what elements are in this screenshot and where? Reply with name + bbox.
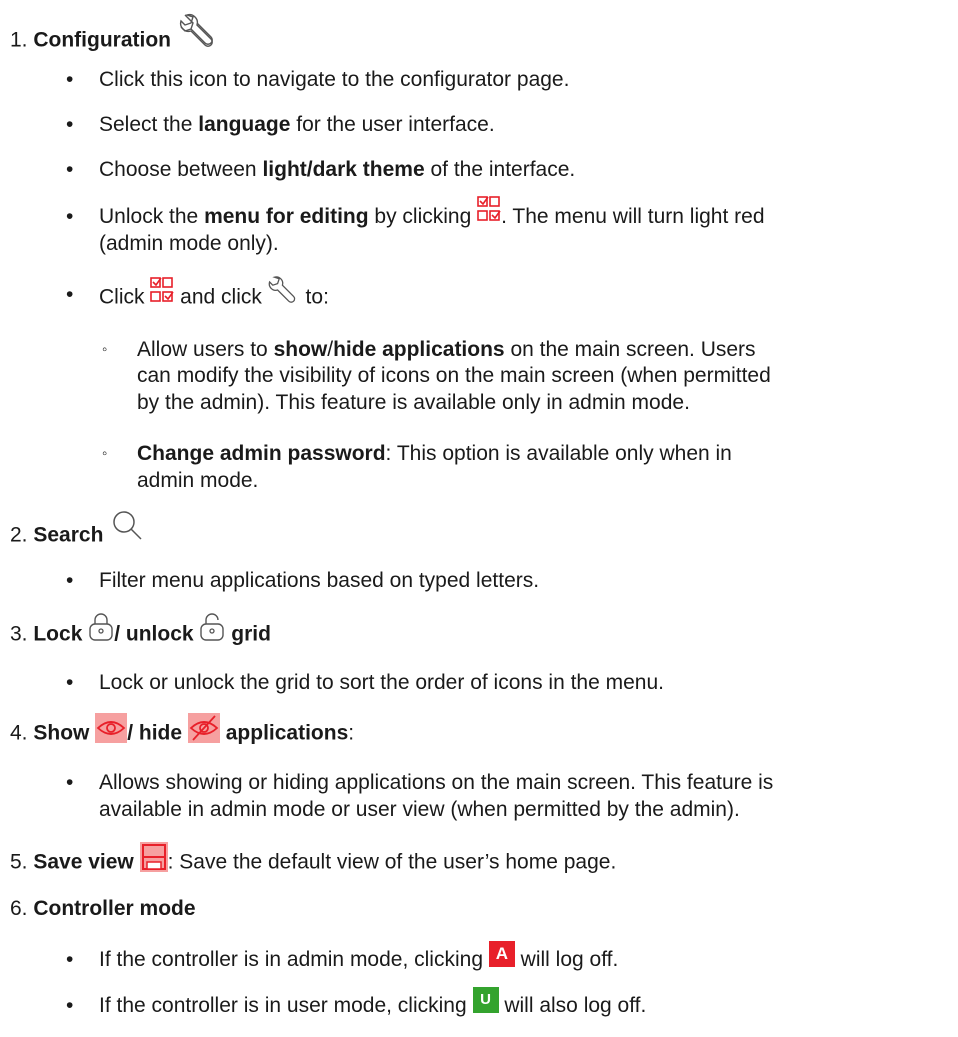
item-title: Configuration <box>33 28 171 52</box>
eye-off-icon <box>187 713 220 743</box>
item-5-heading: 5. Save view : Save the default view of … <box>10 842 616 878</box>
bullet-dot: • <box>66 771 74 794</box>
wrench-icon <box>268 274 300 306</box>
item-6-heading: 6. Controller mode <box>10 897 196 920</box>
sub-bullet-text-cont: by the admin). This feature is available… <box>137 391 690 414</box>
item-1-heading: 1. Configuration <box>10 13 217 61</box>
checkbox-grid-icon <box>150 277 174 303</box>
item-2-heading: 2. Search <box>10 511 143 553</box>
user-badge: U <box>472 987 499 1014</box>
bullet-text: Click and click to: <box>99 276 329 314</box>
checkbox-grid-icon <box>477 196 501 222</box>
sub-bullet-text-cont: can modify the visibility of icons on th… <box>137 364 771 387</box>
bullet-dot: • <box>66 994 74 1017</box>
item-number: 1. <box>10 28 28 52</box>
sub-bullet-dot: ◦ <box>102 341 108 358</box>
bullet-text-cont: (admin mode only). <box>99 232 279 255</box>
bullet-dot: • <box>66 68 74 91</box>
lock-icon <box>88 612 114 642</box>
eye-icon <box>95 713 128 743</box>
sub-bullet-text: Change admin password: This option is av… <box>137 442 732 465</box>
bullet-dot: • <box>66 158 74 181</box>
sub-bullet-dot: ◦ <box>102 445 108 462</box>
unlock-icon <box>199 612 225 642</box>
bullet-dot: • <box>66 569 74 592</box>
bullet-text: Allows showing or hiding applications on… <box>99 771 774 794</box>
bullet-dot: • <box>66 948 74 971</box>
bullet-text: Click this icon to navigate to the confi… <box>99 68 570 91</box>
wrench-icon <box>179 11 219 51</box>
sub-bullet-text: Allow users to show/hide applications on… <box>137 338 756 361</box>
bullet-dot: • <box>66 671 74 694</box>
bullet-dot: • <box>66 205 74 228</box>
bullet-text: Choose between light/dark theme of the i… <box>99 158 576 181</box>
bullet-dot: • <box>66 283 74 306</box>
bullet-dot: • <box>66 113 74 136</box>
bullet-text-cont: available in admin mode or user view (wh… <box>99 798 740 821</box>
sub-bullet-text-cont: admin mode. <box>137 469 259 492</box>
item-4-heading: 4. Show / hide applications: <box>10 713 354 749</box>
admin-badge: A <box>488 941 515 968</box>
search-icon <box>111 509 145 543</box>
save-icon <box>139 842 168 872</box>
bullet-text: If the controller is in admin mode, clic… <box>99 941 618 973</box>
bullet-text: Lock or unlock the grid to sort the orde… <box>99 671 664 694</box>
bullet-text: If the controller is in user mode, click… <box>99 987 646 1019</box>
bullet-text: Unlock the menu for editing by clicking … <box>99 196 765 230</box>
item-3-heading: 3. Lock / unlock grid <box>10 613 271 650</box>
bullet-text: Select the language for the user interfa… <box>99 113 495 136</box>
bullet-text: Filter menu applications based on typed … <box>99 569 540 592</box>
